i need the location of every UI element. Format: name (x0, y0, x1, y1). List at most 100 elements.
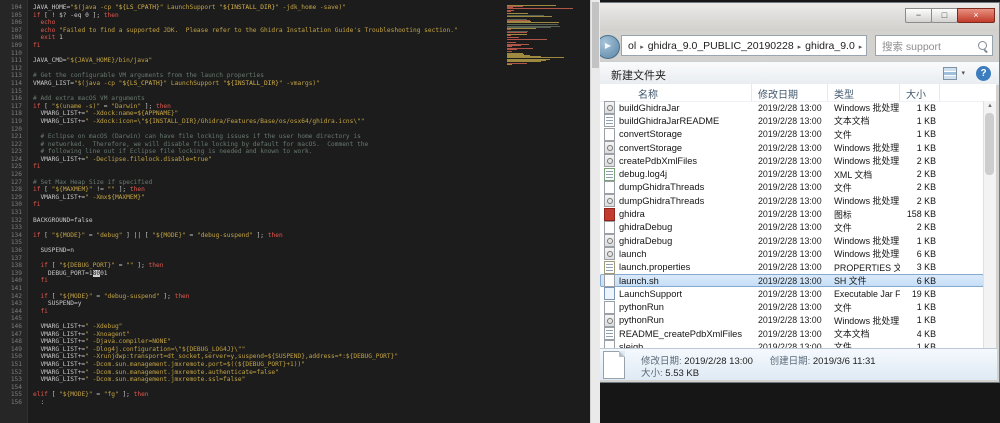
list-scrollbar[interactable]: ▲ (983, 101, 996, 348)
column-header-type[interactable]: 类型 (828, 84, 900, 101)
file-row[interactable]: README_createPdbXmlFiles 2019/2/28 13:00 文… (600, 327, 984, 341)
code-line: SUSPEND=y (33, 300, 82, 308)
file-type: XML 文档 (834, 169, 873, 180)
file-row[interactable]: convertStorage 2019/2/28 13:00 Windows 批处理… (600, 141, 984, 155)
file-date: 2019/2/28 13:00 (758, 182, 822, 193)
code-line: # following line out if Eclipse file loc… (33, 148, 313, 156)
file-date: 2019/2/28 13:00 (758, 288, 822, 299)
file-row[interactable]: buildGhidraJarREADME 2019/2/28 13:00 文本文档 1… (600, 114, 984, 128)
file-name: pythonRun (600, 300, 752, 314)
column-header-size[interactable]: 大小 (900, 84, 940, 101)
file-date: 2019/2/28 13:00 (758, 248, 822, 259)
editor-scrollbar-thumb[interactable] (592, 2, 599, 68)
code-line: VMARG_LIST+=" -Xrunjdwp:transport=dt_soc… (33, 353, 399, 361)
code-line: VMARG_LIST+=" -Dcom.sun.management.jmxre… (33, 360, 305, 368)
line-number: 137 (10, 254, 22, 262)
file-row[interactable]: pythonRun 2019/2/28 13:00 Windows 批处理... 1 … (600, 313, 984, 327)
file-icon (604, 260, 615, 274)
line-number: 150 (10, 353, 22, 361)
file-row[interactable]: dumpGhidraThreads 2019/2/28 13:00 Windows … (600, 194, 984, 208)
line-number: 155 (10, 391, 22, 399)
document-map[interactable] (507, 5, 579, 66)
breadcrumb[interactable]: ol ▸ ghidra_9.0_PUBLIC_20190228 ▸ ghidra_9.0… (621, 35, 867, 56)
line-number: 118 (10, 110, 22, 118)
line-number: 128 (10, 186, 22, 194)
created-date-label: 创建日期: (769, 356, 811, 367)
code-line: fi (40, 277, 48, 285)
breadcrumb-segment[interactable]: ol (625, 40, 639, 52)
file-icon (604, 247, 615, 261)
file-name: convertStorage (600, 141, 752, 155)
line-number: 111 (10, 57, 22, 65)
file-name: buildGhidraJar (600, 101, 752, 115)
code-line: if [ "${MAXMEM}" != "" ]; then (33, 186, 145, 194)
file-date: 2019/2/28 13:00 (758, 275, 822, 286)
code-line: exit 1 (40, 34, 63, 42)
file-row[interactable]: ghidraDebug 2019/2/28 13:00 文件 2 KB (600, 220, 984, 234)
file-row[interactable]: convertStorage 2019/2/28 13:00 文件 1 KB (600, 127, 984, 141)
file-type: 文件 (834, 302, 852, 313)
breadcrumb-segment[interactable]: ghidra_9.0_PUBLIC_20190228 (645, 40, 797, 52)
help-icon[interactable]: ? (976, 66, 991, 81)
file-row[interactable]: buildGhidraJar 2019/2/28 13:00 Windows 批处理… (600, 101, 984, 115)
file-date: 2019/2/28 13:00 (758, 102, 822, 113)
change-view-button[interactable]: ▾ (943, 67, 969, 82)
file-row[interactable]: launch.properties 2019/2/28 13:00 PROPERTI… (600, 260, 984, 274)
file-row[interactable]: pythonRun 2019/2/28 13:00 文件 1 KB (600, 300, 984, 314)
line-number: 140 (10, 277, 22, 285)
column-header-name[interactable]: 名称 (600, 84, 752, 101)
minimap-line (507, 16, 553, 18)
file-row[interactable]: LaunchSupport 2019/2/28 13:00 Executable J… (600, 287, 984, 301)
file-row[interactable]: ghidra 2019/2/28 13:00 图标 158 KB (600, 207, 984, 221)
file-rows: buildGhidraJar 2019/2/28 13:00 Windows 批处理… (600, 101, 984, 348)
file-type: 文件 (834, 222, 852, 233)
maximize-button[interactable]: □ (931, 8, 958, 23)
file-row[interactable]: dumpGhidraThreads 2019/2/28 13:00 文件 2 KB (600, 180, 984, 194)
file-type: Windows 批处理... (834, 196, 900, 207)
search-input[interactable] (880, 37, 976, 56)
file-name: README_createPdbXmlFiles (600, 327, 752, 341)
scrollbar-thumb[interactable] (985, 113, 994, 175)
minimize-button[interactable]: − (905, 8, 932, 23)
file-row[interactable]: createPdbXmlFiles 2019/2/28 13:00 Windows … (600, 154, 984, 168)
breadcrumb-segment[interactable]: support (863, 40, 866, 52)
file-type: Executable Jar File (834, 288, 900, 299)
code-area[interactable]: JAVA_HOME="$(java -cp "${LS_CPATH}" Laun… (33, 4, 504, 406)
scroll-up-icon[interactable]: ▲ (984, 101, 996, 111)
line-number: 113 (10, 72, 22, 80)
line-number: 117 (10, 102, 22, 110)
file-icon (604, 313, 615, 327)
file-date: 2019/2/28 13:00 (758, 195, 822, 206)
breadcrumb-segment[interactable]: ghidra_9.0 (802, 40, 858, 52)
line-number: 151 (10, 360, 22, 368)
line-number: 154 (10, 383, 22, 391)
code-line: VMARG_LIST+=" -Xdock:icon=\"${INSTALL_DI… (33, 117, 365, 125)
column-header-date[interactable]: 修改日期 (752, 84, 828, 101)
new-folder-button[interactable]: 新建文件夹 (611, 67, 666, 83)
breadcrumb-segments: ol ▸ ghidra_9.0_PUBLIC_20190228 ▸ ghidra_9.0… (625, 40, 866, 52)
title-bar[interactable]: − □ × (569, 3, 999, 31)
file-row[interactable]: ghidraDebug 2019/2/28 13:00 Windows 批处理...… (600, 234, 984, 248)
code-line: VMARG_LIST+=" -Dcom.sun.management.jmxre… (33, 376, 246, 384)
column-headers: 名称 修改日期 类型 大小 (600, 84, 996, 102)
file-date: 2019/2/28 13:00 (758, 155, 822, 166)
file-icon (604, 101, 615, 115)
file-icon (604, 127, 615, 141)
file-name: dumpGhidraThreads (600, 180, 752, 194)
editor-scrollbar[interactable] (590, 0, 600, 423)
file-row[interactable]: sleigh 2019/2/28 13:00 文件 1 KB (600, 340, 984, 348)
file-row[interactable]: launch.sh 2019/2/28 13:00 SH 文件 6 KB (600, 273, 984, 288)
code-line: if [ "${DEBUG_PORT}" = "" ]; then (40, 262, 164, 270)
line-number: 108 (10, 34, 22, 42)
code-line: if [ "${MODE}" = "debug" ] || [ "${MODE}… (33, 231, 283, 239)
line-number: 153 (10, 376, 22, 384)
close-button[interactable]: × (957, 8, 995, 23)
file-row[interactable]: debug.log4j 2019/2/28 13:00 XML 文档 2 KB (600, 167, 984, 181)
file-row[interactable]: launch 2019/2/28 13:00 Windows 批处理... 6 KB (600, 247, 984, 261)
